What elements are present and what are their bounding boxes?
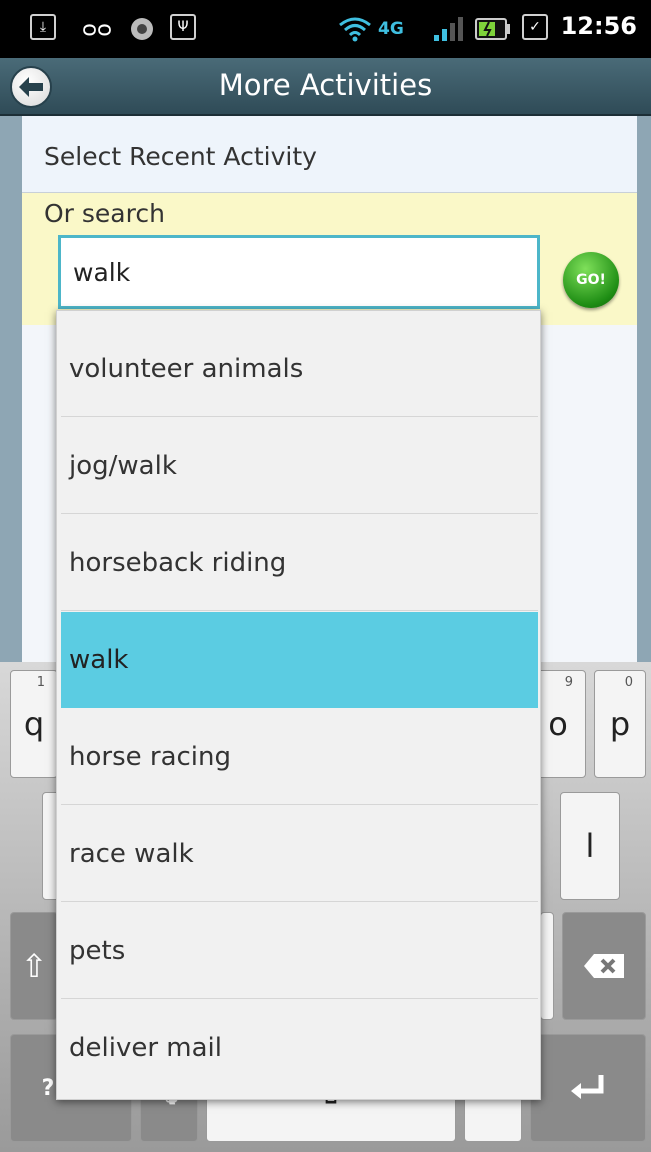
signal-icon: [432, 14, 468, 44]
checkbox-notification-icon: ✓: [522, 14, 548, 40]
enter-key[interactable]: [530, 1034, 646, 1142]
key-m[interactable]: [540, 912, 554, 1020]
key-label: q: [23, 705, 45, 743]
list-item[interactable]: horse racing: [61, 709, 538, 805]
wifi-icon: [338, 14, 372, 44]
list-item-selected[interactable]: walk: [61, 612, 538, 708]
shift-icon: ⇧: [20, 947, 48, 985]
list-item[interactable]: horseback riding: [61, 515, 538, 611]
key-p[interactable]: 0 p: [594, 670, 646, 778]
list-item[interactable]: volunteer animals: [61, 321, 538, 417]
or-search-label: Or search: [44, 199, 165, 228]
go-label: GO!: [576, 272, 606, 288]
download-icon: ⤓: [30, 14, 56, 40]
go-button[interactable]: GO!: [563, 252, 619, 308]
list-item[interactable]: race walk: [61, 806, 538, 902]
key-hint: 1: [36, 675, 45, 690]
enter-icon: [571, 1075, 604, 1099]
list-item[interactable]: deliver mail: [61, 1000, 538, 1096]
status-bar: ⤓ ᴑᴑ Ψ 4G ✓ 12:56: [0, 0, 651, 58]
backspace-key[interactable]: [562, 912, 646, 1020]
key-label: l: [585, 827, 595, 865]
shift-key[interactable]: ⇧: [10, 912, 58, 1020]
usb-icon: Ψ: [170, 14, 196, 40]
select-recent-label: Select Recent Activity: [44, 142, 317, 171]
voicemail-icon: ᴑᴑ: [82, 16, 113, 42]
page-title: More Activities: [218, 68, 433, 102]
key-hint: 0: [624, 675, 633, 690]
network-type-icon: 4G: [378, 19, 404, 39]
select-recent-activity[interactable]: Select Recent Activity: [22, 116, 637, 193]
list-item[interactable]: pets: [61, 903, 538, 999]
search-input[interactable]: [58, 235, 540, 309]
clock: 12:56: [560, 12, 637, 40]
backspace-icon: [584, 954, 624, 978]
key-q[interactable]: 1 q: [10, 670, 58, 778]
key-hint: 9: [564, 675, 573, 690]
record-icon: [128, 14, 156, 44]
battery-icon: [474, 14, 514, 44]
autocomplete-dropdown: volunteer animals jog/walk horseback rid…: [56, 310, 541, 1100]
list-item[interactable]: jog/walk: [61, 418, 538, 514]
search-panel: Or search GO!: [22, 193, 637, 325]
key-l[interactable]: l: [560, 792, 620, 900]
key-label: o: [548, 705, 568, 743]
key-label: p: [609, 705, 631, 743]
title-bar: More Activities: [0, 58, 651, 116]
